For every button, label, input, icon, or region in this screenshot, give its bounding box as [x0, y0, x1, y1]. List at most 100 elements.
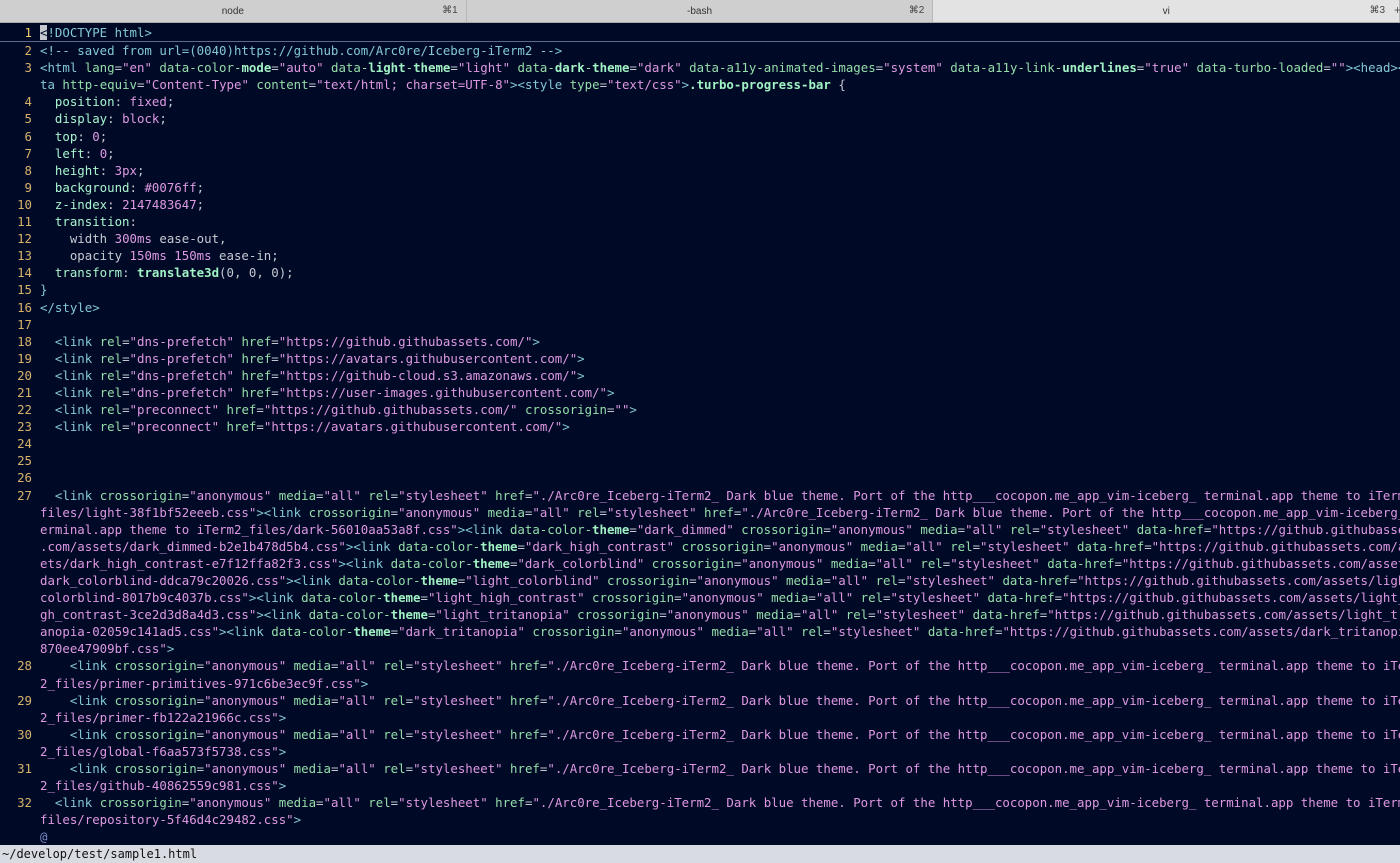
code-token: display [40, 111, 108, 127]
code-token: crossorigin [114, 726, 197, 742]
code-line[interactable]: 20 <link rel="dns-prefetch" href="https:… [0, 367, 1400, 384]
status-line: ~/develop/test/sample1.html [0, 845, 1400, 863]
code-line[interactable]: dark_colorblind-ddca79c20026.css"><link … [0, 572, 1400, 589]
code-line[interactable]: files/repository-5f46d4c29482.css"> [0, 811, 1400, 828]
code-line[interactable]: 15} [0, 281, 1400, 298]
line-number: 31 [17, 761, 32, 777]
code-line[interactable]: colorblind-8017b9c4037b.css"><link data-… [0, 589, 1400, 606]
code-line[interactable]: 18 <link rel="dns-prefetch" href="https:… [0, 333, 1400, 350]
code-line[interactable]: anopia-02059c141ad5.css"><link data-colo… [0, 623, 1400, 640]
code-line[interactable]: 16 </style> [0, 299, 1400, 316]
code-line[interactable]: 9 background: #0076ff; [0, 179, 1400, 196]
line-number [0, 675, 40, 692]
code-token: lang [84, 60, 115, 76]
code-token: href [502, 761, 540, 777]
code-line[interactable]: 2_files/primer-primitives-971c6be3ec9f.c… [0, 675, 1400, 692]
code-token: <link [40, 726, 115, 742]
code-line[interactable]: 19 <link rel="dns-prefetch" href="https:… [0, 350, 1400, 367]
code-token: "all" [338, 692, 376, 708]
code-line[interactable]: 2_files/github-40862559c981.css"> [0, 777, 1400, 794]
tab-vi[interactable]: vi ⌘3 + [933, 0, 1400, 22]
code-token: href [219, 402, 257, 418]
line-text: erminal.app theme to iTerm2_files/dark-5… [40, 521, 1400, 538]
code-token: ><link [286, 573, 339, 588]
code-token: "./Arc0re_Iceberg-iTerm2_ Dark blue them… [547, 692, 1400, 708]
line-number [0, 589, 40, 606]
code-line[interactable]: ets/dark_high_contrast-e7f12ffa82f3.css"… [0, 555, 1400, 572]
code-line[interactable]: 27 <link crossorigin="anonymous" media="… [0, 487, 1400, 504]
code-token: = [122, 350, 130, 366]
code-token: > [532, 333, 540, 349]
code-token: "anonymous" [189, 795, 272, 811]
code-token: "./Arc0re_Iceberg-iTerm2_ Dark blue them… [741, 504, 1400, 520]
code-token: "https://github.githubassets.com/" [263, 402, 518, 418]
new-tab-icon[interactable]: + [1394, 3, 1400, 17]
line-text: </style> [40, 299, 100, 316]
code-line[interactable]: 28 <link crossorigin="anonymous" media="… [0, 657, 1400, 674]
line-text: height: 3px; [40, 162, 145, 179]
code-token: href [233, 384, 272, 400]
code-line[interactable]: 3 <html lang="en" data-color-mode="auto" … [0, 59, 1400, 76]
vim-editor[interactable]: 1 <!DOCTYPE html> 2 <!-- saved from url=(00… [0, 24, 1400, 844]
code-line[interactable]: 17 [0, 316, 1400, 333]
code-token: theme [592, 60, 630, 76]
code-line[interactable]: 23 <link rel="preconnect" href="https://… [0, 418, 1400, 435]
code-line[interactable]: 2_files/global-f6aa573f5738.css"> [0, 743, 1400, 760]
code-token: rel [360, 487, 391, 503]
code-token: "stylesheet" [413, 658, 503, 674]
code-line[interactable]: 22 <link rel="preconnect" href="https://… [0, 401, 1400, 418]
code-token: ; [107, 145, 115, 161]
line-text: width 300ms ease-out, [40, 230, 227, 247]
line-text: <!DOCTYPE html> [40, 24, 152, 41]
code-line[interactable]: 25 [0, 452, 1400, 469]
code-token: : [99, 162, 115, 178]
code-line[interactable]: 24 [0, 435, 1400, 452]
tab-bash[interactable]: -bash ⌘2 [466, 0, 934, 22]
code-line[interactable]: 1 <!DOCTYPE html> [0, 24, 1400, 43]
code-line[interactable]: 32 <link crossorigin="anonymous" media="… [0, 794, 1400, 811]
code-token: href [233, 367, 272, 383]
code-line[interactable]: 4 position: fixed; [0, 93, 1400, 110]
code-token: data-color- [390, 555, 473, 571]
code-token: href [696, 504, 734, 520]
code-line[interactable]: 21 <link rel="dns-prefetch" href="https:… [0, 384, 1400, 401]
code-token: rel [868, 573, 898, 588]
tab-node[interactable]: node ⌘1 [0, 0, 467, 22]
code-token: > [577, 350, 585, 366]
code-line[interactable]: files/light-38f1bf52eeeb.css"><link cros… [0, 504, 1400, 521]
code-line[interactable]: 2_files/primer-fb122a21966c.css"> [0, 709, 1400, 726]
code-line[interactable]: 31 <link crossorigin="anonymous" media="… [0, 760, 1400, 777]
code-token: "https://avatars.githubusercontent.com/" [278, 350, 578, 366]
code-line[interactable]: 8 height: 3px; [0, 162, 1400, 179]
code-line[interactable]: 6 top: 0; [0, 128, 1400, 145]
code-line[interactable]: 11 transition: [0, 213, 1400, 230]
code-token: rel [853, 590, 884, 606]
code-line[interactable]: 5 display: block; [0, 110, 1400, 127]
code-line[interactable]: ta http-equiv="Content-Type" content="te… [0, 76, 1400, 93]
code-token: = [114, 60, 123, 76]
end-of-buffer-row: @ [0, 828, 1400, 845]
code-line[interactable]: 7 left: 0; [0, 145, 1400, 162]
code-line[interactable]: 870ee47909bf.css"> [0, 640, 1400, 657]
code-line[interactable]: 29 <link crossorigin="anonymous" media="… [0, 692, 1400, 709]
code-line[interactable]: 2 <!-- saved from url=(0040)https://githu… [0, 42, 1400, 59]
code-line[interactable]: 10 z-index: 2147483647; [0, 196, 1400, 213]
line-number [0, 709, 40, 726]
code-token: ease-out, [151, 231, 227, 247]
code-line[interactable]: 12 width 300ms ease-out, [0, 230, 1400, 247]
code-line[interactable]: 26 [0, 469, 1400, 486]
code-token: = [823, 573, 831, 588]
line-number [0, 777, 40, 794]
line-text: <link rel="dns-prefetch" href="https://g… [40, 367, 585, 384]
code-line[interactable]: erminal.app theme to iTerm2_files/dark-5… [0, 521, 1400, 538]
code-token: "./Arc0re_Iceberg-iTerm2_ Dark blue them… [532, 795, 1400, 811]
code-line[interactable]: 14 transform: translate3d(0, 0, 0); [0, 264, 1400, 281]
code-token: rel [360, 795, 391, 811]
code-line[interactable]: .com/assets/dark_dimmed-b2e1b478d5b4.css… [0, 538, 1400, 555]
code-token: crossorigin [308, 504, 391, 520]
line-text: <link rel="dns-prefetch" href="https://u… [40, 384, 615, 401]
line-text: dark_colorblind-ddca79c20026.css"><link … [40, 572, 1400, 589]
code-line[interactable]: 30 <link crossorigin="anonymous" media="… [0, 726, 1400, 743]
code-line[interactable]: gh_contrast-3ce2d3d8a4d3.css"><link data… [0, 606, 1400, 623]
code-line[interactable]: 13 opacity 150ms 150ms ease-in; [0, 247, 1400, 264]
